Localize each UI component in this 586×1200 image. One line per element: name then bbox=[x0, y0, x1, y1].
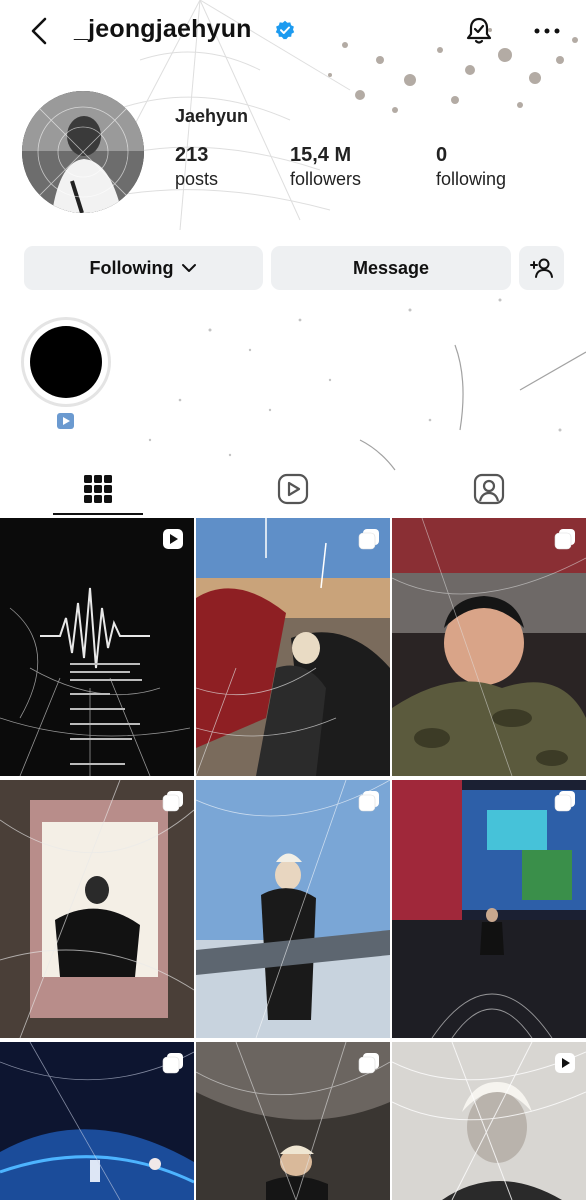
following-label: following bbox=[436, 169, 507, 189]
tab-tagged[interactable] bbox=[391, 462, 586, 516]
bell-check-icon bbox=[466, 17, 492, 44]
back-button[interactable] bbox=[24, 14, 54, 48]
following-stat[interactable]: 0 following bbox=[436, 143, 506, 191]
carousel-icon bbox=[554, 791, 575, 812]
chevron-down-icon bbox=[182, 264, 197, 272]
tagged-icon bbox=[473, 473, 504, 505]
chevron-left-icon bbox=[31, 17, 47, 45]
carousel-icon bbox=[162, 1053, 183, 1074]
posts-count: 213 bbox=[175, 144, 209, 166]
following-button[interactable]: Following bbox=[24, 246, 263, 290]
carousel-icon bbox=[358, 791, 379, 812]
carousel-icon bbox=[358, 1053, 379, 1074]
carousel-icon bbox=[162, 791, 183, 812]
post-tile[interactable] bbox=[392, 518, 586, 776]
carousel-icon bbox=[358, 529, 379, 550]
following-button-label: Following bbox=[89, 257, 174, 278]
followers-stat[interactable]: 15,4 M followers bbox=[290, 143, 361, 191]
post-tile[interactable] bbox=[0, 518, 194, 776]
post-image bbox=[196, 780, 390, 1038]
avatar-photo bbox=[22, 91, 144, 213]
message-button-label: Message bbox=[352, 257, 430, 278]
tab-reels[interactable] bbox=[195, 462, 390, 516]
post-image bbox=[0, 780, 194, 1038]
notifications-button[interactable] bbox=[462, 14, 496, 48]
verified-badge-icon bbox=[275, 20, 295, 40]
post-image bbox=[392, 780, 586, 1038]
post-tile[interactable] bbox=[196, 780, 390, 1038]
tab-posts-grid[interactable] bbox=[0, 462, 195, 516]
post-tile[interactable] bbox=[196, 518, 390, 776]
reel-icon bbox=[163, 529, 183, 549]
post-image bbox=[392, 518, 586, 776]
profile-header: _jeongjaehyun bbox=[0, 0, 586, 62]
story-highlight[interactable] bbox=[21, 317, 111, 407]
profile-display-name: Jaehyun bbox=[175, 106, 249, 126]
profile-username: _jeongjaehyun bbox=[74, 15, 252, 43]
followers-count: 15,4 M bbox=[290, 144, 352, 166]
posts-label: posts bbox=[175, 169, 219, 189]
post-image bbox=[196, 518, 390, 776]
more-horizontal-icon bbox=[534, 28, 560, 34]
profile-avatar[interactable] bbox=[22, 91, 144, 213]
active-tab-indicator bbox=[53, 513, 143, 515]
posts-grid bbox=[0, 518, 586, 1200]
suggested-users-button[interactable] bbox=[519, 246, 564, 290]
reel-icon bbox=[57, 413, 74, 429]
grid-icon bbox=[83, 475, 112, 503]
reel-icon bbox=[555, 1053, 575, 1073]
post-tile[interactable] bbox=[0, 1042, 194, 1200]
more-options-button[interactable] bbox=[530, 16, 564, 46]
message-button[interactable]: Message bbox=[271, 246, 511, 290]
add-user-icon bbox=[529, 258, 553, 278]
posts-stat: 213 posts bbox=[175, 143, 218, 191]
carousel-icon bbox=[554, 529, 575, 550]
post-tile[interactable] bbox=[392, 780, 586, 1038]
following-count: 0 bbox=[436, 144, 448, 166]
profile-tabs bbox=[0, 462, 586, 516]
post-tile[interactable] bbox=[196, 1042, 390, 1200]
reels-icon bbox=[277, 473, 308, 505]
followers-label: followers bbox=[290, 169, 362, 189]
post-tile[interactable] bbox=[0, 780, 194, 1038]
post-tile[interactable] bbox=[392, 1042, 586, 1200]
post-image bbox=[0, 518, 194, 776]
highlight-cover bbox=[30, 326, 102, 398]
